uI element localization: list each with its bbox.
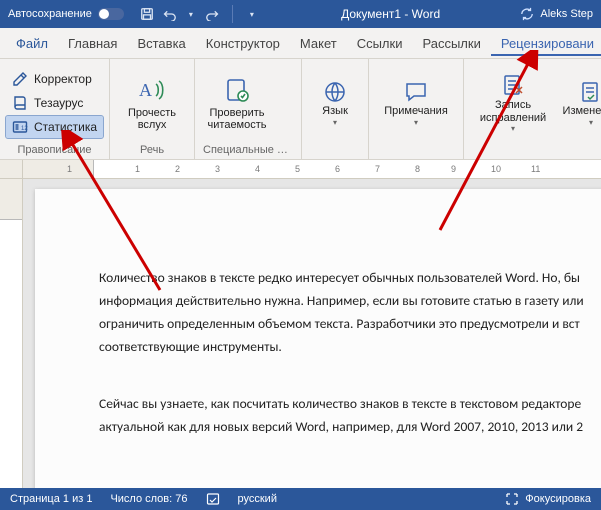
body-text: актуальной как для новых версий Word, на… [99,416,601,439]
tab-references[interactable]: Ссылки [347,30,413,56]
comments-label: Примечания [384,105,448,117]
group-accessibility: Проверить читаемость Специальные во… [195,59,302,159]
body-text: информация действительно нужна. Например… [99,290,601,313]
status-bar: Страница 1 из 1 Число слов: 76 русский Ф… [0,488,601,510]
focus-label: Фокусировка [525,493,591,505]
language-button[interactable]: Язык ▾ [308,79,362,126]
autosave-toggle[interactable]: Автосохранение [8,8,124,20]
changes-button[interactable]: Изменения ▾ [556,79,601,126]
horizontal-ruler[interactable]: 1 1 2 3 4 5 6 7 8 9 10 11 [0,160,601,179]
word-window: Автосохранение ▾ ▾ Документ1 - Word Alek… [0,0,601,510]
accessibility-icon [222,75,252,105]
chevron-down-icon: ▾ [511,124,515,133]
body-text: ограничить определенным объемом текста. … [99,313,601,336]
svg-text:123: 123 [21,126,28,132]
track-changes-label: Запись исправлений [480,99,546,123]
titlebar: Автосохранение ▾ ▾ Документ1 - Word Alek… [0,0,601,28]
check-accessibility-label: Проверить читаемость [208,107,267,131]
ribbon-tabs: Файл Главная Вставка Конструктор Макет С… [0,28,601,59]
undo-icon[interactable] [160,5,178,23]
track-changes-button[interactable]: Запись исправлений ▾ [470,73,556,132]
tab-review[interactable]: Рецензировани [491,30,601,56]
qat-separator [232,5,233,23]
word-count-label: Статистика [34,120,97,134]
group-proofing-label: Правописание [6,145,103,159]
status-language[interactable]: русский [238,493,277,505]
tab-layout[interactable]: Макет [290,30,347,56]
focus-icon [505,492,519,506]
read-aloud-button[interactable]: A Прочесть вслух [116,75,188,131]
status-page[interactable]: Страница 1 из 1 [10,493,92,505]
changes-icon [578,79,601,105]
word-count-icon: 123 [12,119,28,135]
language-label: Язык [322,105,348,117]
redo-icon[interactable] [204,5,222,23]
save-icon[interactable] [138,5,156,23]
body-text: Количество знаков в тексте редко интерес… [99,267,601,290]
language-icon [322,79,348,105]
group-comments: Примечания ▾ [369,59,464,159]
comments-icon [403,79,429,105]
tab-design[interactable]: Конструктор [196,30,290,56]
quick-access-toolbar: ▾ ▾ [138,5,261,23]
tab-mailings[interactable]: Рассылки [412,30,490,56]
track-changes-icon [500,73,526,99]
word-count-button[interactable]: 123 Статистика [6,116,103,138]
changes-label: Изменения [563,105,601,117]
thesaurus-button[interactable]: Тезаурус [6,92,103,114]
body-text: Сейчас вы узнаете, как посчитать количес… [99,393,601,416]
undo-dropdown-icon[interactable]: ▾ [182,5,200,23]
comments-button[interactable]: Примечания ▾ [375,79,457,126]
group-proofing: Корректор Тезаурус 123 Статистика Правоп… [0,59,110,159]
chevron-down-icon: ▾ [333,118,337,127]
group-accessibility-label: Специальные во… [201,145,295,159]
vertical-ruler[interactable] [0,179,23,510]
status-words[interactable]: Число слов: 76 [110,493,187,505]
svg-text:A: A [139,80,152,100]
spellcheck-icon[interactable] [206,492,220,506]
tab-insert[interactable]: Вставка [127,30,195,56]
sync-icon[interactable] [520,7,534,21]
chevron-down-icon: ▾ [414,118,418,127]
qat-customize-icon[interactable]: ▾ [243,5,261,23]
document-canvas[interactable]: Количество знаков в тексте редко интерес… [23,179,601,510]
read-aloud-label: Прочесть вслух [128,107,176,131]
corrector-label: Корректор [34,72,92,86]
thesaurus-icon [12,95,28,111]
thesaurus-label: Тезаурус [34,96,83,110]
read-aloud-icon: A [137,75,167,105]
corrector-button[interactable]: Корректор [6,68,103,90]
tab-file[interactable]: Файл [6,30,58,56]
focus-mode-button[interactable]: Фокусировка [505,492,591,506]
tab-home[interactable]: Главная [58,30,127,56]
chevron-down-icon: ▾ [589,118,593,127]
document-title: Документ1 - Word [261,7,521,21]
group-tracking: Запись исправлений ▾ Изменения ▾ [464,59,601,159]
toggle-off-icon [98,8,124,20]
group-speech: A Прочесть вслух Речь [110,59,195,159]
page: Количество знаков в тексте редко интерес… [35,189,601,510]
body-text: соответствующие инструменты. [99,336,601,359]
corrector-icon [12,71,28,87]
group-language: Язык ▾ [302,59,369,159]
autosave-label: Автосохранение [8,8,92,20]
check-accessibility-button[interactable]: Проверить читаемость [201,75,273,131]
group-speech-label: Речь [116,145,188,159]
user-name[interactable]: Aleks Step [540,8,593,20]
workspace: Количество знаков в тексте редко интерес… [0,179,601,510]
ruler-corner [0,160,23,179]
ribbon: Корректор Тезаурус 123 Статистика Правоп… [0,59,601,160]
